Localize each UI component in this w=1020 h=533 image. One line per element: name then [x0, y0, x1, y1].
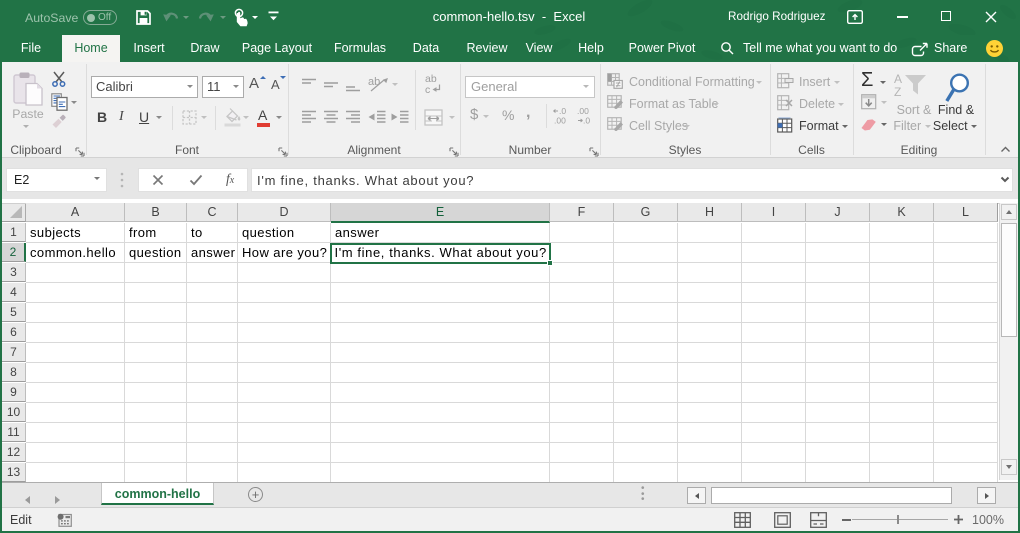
svg-text:A: A	[894, 72, 902, 86]
svg-text:Z: Z	[894, 85, 901, 99]
svg-text:c: c	[425, 84, 430, 95]
svg-text:.00: .00	[577, 106, 589, 116]
svg-text:.0: .0	[583, 116, 590, 126]
svg-text:.0: .0	[559, 106, 566, 116]
svg-text:.00: .00	[554, 116, 566, 126]
svg-text:ab: ab	[368, 76, 380, 88]
